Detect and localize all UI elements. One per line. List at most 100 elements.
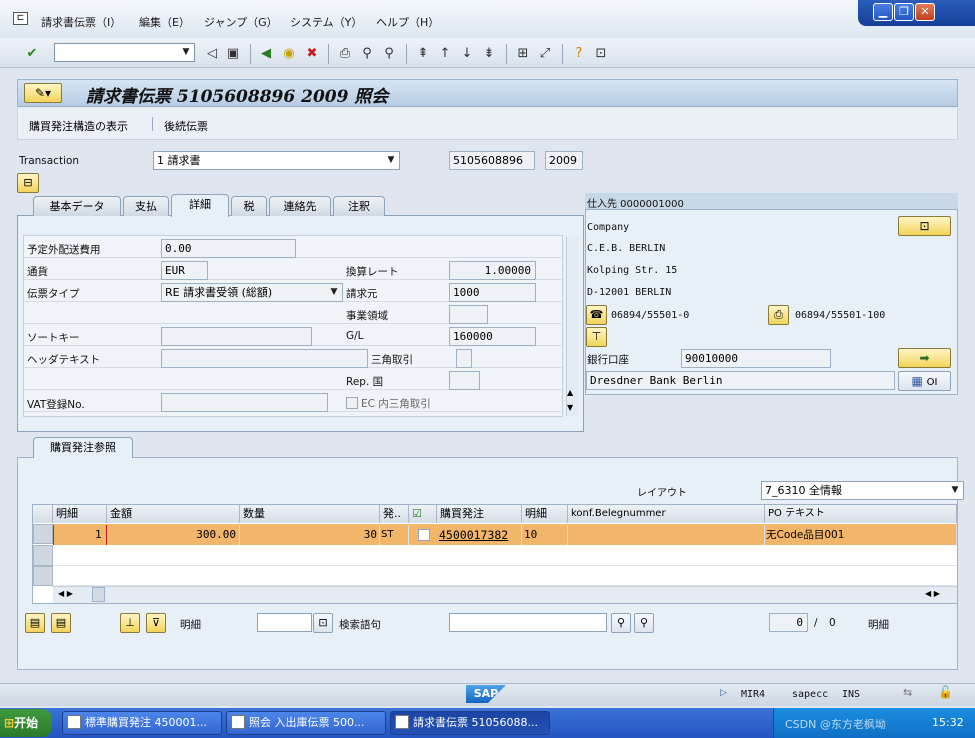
scroll-left-icon[interactable]: ◀ ▶	[58, 589, 73, 598]
vendor-info-icon[interactable]: ⊤	[586, 327, 607, 347]
sap-menu-icon[interactable]: ⊏	[13, 12, 28, 25]
row-selector[interactable]	[33, 545, 53, 566]
vat-field	[161, 393, 328, 412]
check-column-icon: ☑	[412, 507, 422, 520]
command-field[interactable]: ▼	[54, 43, 195, 62]
first-page-icon[interactable]: ⇞	[414, 45, 432, 63]
rep-country-label: Rep. 国	[346, 376, 384, 388]
row-selector[interactable]	[33, 566, 53, 586]
task-goods-movement-window[interactable]: 照会 入出庫伝票 500...	[226, 711, 386, 735]
phone-icon[interactable]: ☎	[586, 305, 607, 325]
cancel-icon[interactable]: ✖	[303, 45, 321, 63]
find-next-icon[interactable]: ⚲	[634, 613, 654, 633]
minimize-button[interactable]: ▁	[873, 3, 893, 21]
cell-quantity: 30	[240, 525, 380, 545]
open-items-icon: ▦	[911, 374, 923, 388]
find-icon[interactable]: ⚲	[358, 45, 376, 63]
grid-hscrollbar[interactable]	[53, 586, 957, 603]
cell-po-link[interactable]: 4500017382	[437, 525, 522, 545]
currency-field: EUR	[161, 261, 208, 280]
phone-number: 06894/55501-0	[611, 310, 690, 321]
col-header-item[interactable]: 明細	[53, 505, 107, 523]
save-icon[interactable]: ▣	[224, 45, 242, 63]
tab-contact[interactable]: 連絡先	[269, 196, 331, 216]
doc-type-select[interactable]: RE 請求書受領 (総額) ▼	[161, 283, 343, 302]
empty-row	[53, 545, 957, 566]
tab-po-reference[interactable]: 購買発注参照	[33, 437, 133, 458]
print-list-icon[interactable]: ⊥	[120, 613, 140, 633]
tab-details[interactable]: 詳細	[171, 194, 229, 217]
selected-count-field: 0	[769, 613, 808, 632]
scroll-up-icon[interactable]: ▲	[567, 388, 573, 397]
bank-name-field: Dresdner Bank Berlin	[586, 371, 895, 390]
vendor-detail-icon[interactable]: ⊡	[898, 216, 951, 236]
transaction-select[interactable]: 1 請求書 ▼	[153, 151, 400, 170]
start-button[interactable]: ⊞开始	[0, 709, 52, 737]
sort-key-label: ソートキー	[27, 332, 80, 344]
menu-edit[interactable]: 編集（E）	[139, 14, 190, 30]
menu-system[interactable]: システム（Y）	[290, 14, 362, 30]
menu-invoice-document[interactable]: 請求書伝票（I）	[41, 14, 121, 30]
exit-icon[interactable]: ◉	[280, 45, 298, 63]
last-page-icon[interactable]: ⇟	[480, 45, 498, 63]
scroll-thumb[interactable]	[92, 587, 105, 602]
tab-basic-data[interactable]: 基本データ	[33, 196, 121, 216]
back-icon[interactable]: ◀	[257, 45, 275, 63]
bank-navigate-icon[interactable]: ➡	[898, 348, 951, 368]
status-server: sapecc	[792, 689, 829, 700]
help-icon[interactable]: ?	[570, 45, 588, 63]
col-header-konf[interactable]: konf.Belegnummer	[568, 505, 765, 523]
print-icon[interactable]: ⎙	[336, 45, 354, 63]
col-header-po-item[interactable]: 明細	[522, 505, 568, 523]
new-session-icon[interactable]: ⊞	[514, 45, 532, 63]
gl-label: G/L	[346, 330, 364, 342]
cell-checkbox[interactable]	[418, 529, 430, 541]
col-header-quantity[interactable]: 数量	[240, 505, 380, 523]
po-structure-button[interactable]: 購買発注構造の表示	[29, 118, 128, 134]
search-term-input[interactable]	[449, 613, 607, 632]
filter-icon[interactable]: ⊽	[146, 613, 166, 633]
business-area-field	[449, 305, 488, 324]
select-all-icon[interactable]: ▤	[25, 613, 45, 633]
layout-select[interactable]: 7_6310 全情報 ▼	[761, 481, 964, 500]
open-items-button[interactable]: ▦ OI	[898, 371, 951, 391]
status-expand-icon[interactable]: ▷	[720, 688, 727, 698]
layout-menu-icon[interactable]: ⊡	[592, 45, 610, 63]
menu-help[interactable]: ヘルプ（H）	[376, 14, 439, 30]
tab-payment[interactable]: 支払	[123, 196, 169, 216]
find-next-icon[interactable]: ⚲	[380, 45, 398, 63]
lock-icon[interactable]: 🔓	[938, 685, 953, 699]
col-header-po-text[interactable]: PO テキスト	[765, 505, 957, 523]
task-icon	[231, 715, 245, 729]
close-button[interactable]: ✕	[915, 3, 935, 21]
tab-tax[interactable]: 税	[231, 196, 267, 216]
col-header-po[interactable]: 購買発注	[437, 505, 522, 523]
scroll-right-icon[interactable]: ◀ ▶	[925, 589, 940, 598]
col-header-check[interactable]: ☑	[409, 505, 437, 523]
item-input[interactable]	[257, 613, 312, 632]
collapse-arrow-icon[interactable]: ◁	[203, 45, 221, 63]
menu-goto[interactable]: ジャンプ（G）	[204, 14, 278, 30]
shortcut-icon[interactable]: ⤢	[536, 45, 554, 63]
enter-check-icon[interactable]: ✔	[23, 45, 41, 63]
deselect-all-icon[interactable]: ▤	[51, 613, 71, 633]
find-icon[interactable]: ⚲	[611, 613, 631, 633]
next-page-icon[interactable]: ↓	[458, 45, 476, 63]
status-indicator-icon: ⇆	[903, 686, 913, 699]
search-term-icon[interactable]: ⊡	[313, 613, 333, 633]
restore-button[interactable]: ❐	[894, 3, 914, 21]
previous-page-icon[interactable]: ↑	[436, 45, 454, 63]
display-change-icon[interactable]: ✎▾	[24, 83, 62, 103]
ec-triangulation-checkbox[interactable]	[346, 397, 358, 409]
task-invoice-window[interactable]: 請求書伝票 51056088...	[390, 711, 550, 735]
header-toggle-icon[interactable]: ⊟	[17, 173, 39, 193]
follow-on-docs-button[interactable]: 後続伝票	[164, 118, 208, 134]
tab-note[interactable]: 注釈	[333, 196, 385, 216]
cell-item[interactable]: 1	[53, 525, 107, 545]
fax-icon[interactable]: ⎙	[768, 305, 789, 325]
row-selector[interactable]	[33, 524, 53, 544]
col-header-unit[interactable]: 発..	[380, 505, 409, 523]
task-po-window[interactable]: 標準購買発注 450001...	[62, 711, 222, 735]
scroll-down-icon[interactable]: ▼	[567, 403, 573, 412]
col-header-amount[interactable]: 金額	[107, 505, 240, 523]
